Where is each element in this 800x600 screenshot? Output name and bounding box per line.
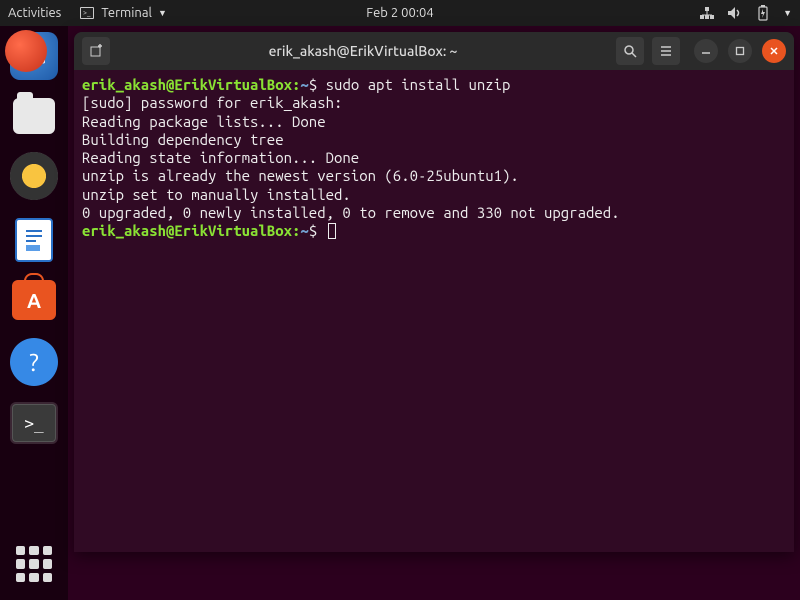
dock: ? >_ — [0, 26, 68, 600]
dock-files-icon[interactable] — [13, 98, 55, 134]
minimize-button[interactable] — [694, 39, 718, 63]
close-button[interactable] — [762, 39, 786, 63]
network-icon[interactable] — [699, 5, 715, 21]
dock-software-icon[interactable] — [12, 280, 56, 320]
output-line: [sudo] password for erik_akash: — [82, 94, 342, 111]
output-line: Reading package lists... Done — [82, 113, 326, 130]
dock-rhythmbox-icon[interactable] — [10, 152, 58, 200]
app-menu-label: Terminal — [101, 6, 152, 20]
output-line: unzip is already the newest version (6.0… — [82, 167, 519, 184]
prompt-path: ~ — [300, 222, 308, 239]
menu-button[interactable] — [652, 37, 680, 65]
prompt-user: erik_akash@ErikVirtualBox — [82, 222, 292, 239]
svg-text:>_: >_ — [83, 9, 91, 17]
terminal-icon: >_ — [79, 5, 95, 21]
workspace-indicator — [5, 30, 47, 72]
output-line: Reading state information... Done — [82, 149, 359, 166]
cursor — [328, 223, 336, 239]
prompt-symbol: $ — [309, 222, 317, 239]
window-title: erik_akash@ErikVirtualBox: ~ — [118, 43, 608, 59]
clock[interactable]: Feb 2 00:04 — [366, 6, 433, 20]
prompt-user: erik_akash@ErikVirtualBox — [82, 76, 292, 93]
show-applications-icon[interactable] — [16, 546, 52, 582]
new-tab-button[interactable] — [82, 37, 110, 65]
dock-writer-icon[interactable] — [15, 218, 53, 262]
terminal-window: erik_akash@ErikVirtualBox: ~ erik_akash@… — [74, 32, 794, 552]
top-bar: Activities >_ Terminal ▼ Feb 2 00:04 ▼ — [0, 0, 800, 26]
prompt-path: ~ — [300, 76, 308, 93]
output-line: 0 upgraded, 0 newly installed, 0 to remo… — [82, 204, 620, 221]
prompt-symbol: $ — [309, 76, 317, 93]
volume-icon[interactable] — [727, 5, 743, 21]
window-titlebar[interactable]: erik_akash@ErikVirtualBox: ~ — [74, 32, 794, 70]
battery-icon[interactable] — [755, 5, 771, 21]
system-menu-icon[interactable]: ▼ — [783, 8, 792, 18]
search-button[interactable] — [616, 37, 644, 65]
chevron-down-icon: ▼ — [158, 8, 167, 18]
output-line: unzip set to manually installed. — [82, 186, 351, 203]
activities-button[interactable]: Activities — [8, 6, 61, 20]
app-menu[interactable]: >_ Terminal ▼ — [79, 5, 167, 21]
dock-help-icon[interactable]: ? — [10, 338, 58, 386]
maximize-button[interactable] — [728, 39, 752, 63]
command-text: sudo apt install unzip — [326, 76, 511, 93]
dock-terminal-icon[interactable]: >_ — [12, 404, 56, 442]
terminal-output[interactable]: erik_akash@ErikVirtualBox:~$ sudo apt in… — [74, 70, 794, 552]
output-line: Building dependency tree — [82, 131, 284, 148]
